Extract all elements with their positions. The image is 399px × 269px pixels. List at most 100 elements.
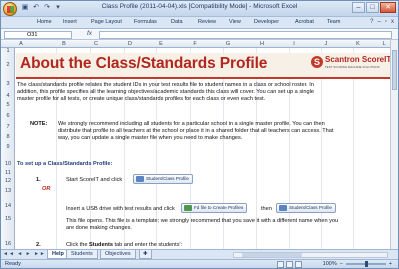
row-header-14[interactable]: 14 xyxy=(1,203,15,209)
column-header-b[interactable]: B xyxy=(59,40,69,48)
button-label: Fd file to Create Profiles xyxy=(194,205,244,210)
ribbon-minimize-icon[interactable]: – xyxy=(378,19,381,25)
row-header-6[interactable]: 6 xyxy=(1,113,15,119)
zoom-slider[interactable] xyxy=(345,261,386,267)
step-text: Start ScoreIT and click xyxy=(66,177,123,183)
vertical-scrollbar[interactable] xyxy=(390,40,398,249)
step2-bold: Students xyxy=(89,242,113,248)
row-header-12[interactable]: 12 xyxy=(1,178,15,184)
normal-view-icon[interactable] xyxy=(277,261,284,268)
note-line: We strongly recommend including all stud… xyxy=(58,121,325,127)
button-label: Student/Class Profile xyxy=(289,205,332,210)
column-headers: A B C D E F G H I J K L xyxy=(1,40,398,48)
page-layout-view-icon[interactable] xyxy=(286,261,293,268)
excel-window: ▣ ↶ ↷ ▾ Class Profile (2011-04-04).xls [… xyxy=(0,0,399,269)
row-header-9[interactable]: 9 xyxy=(1,144,15,150)
window-controls: – □ ✕ xyxy=(352,2,396,13)
ribbon-right-controls: ? – ▫ x xyxy=(370,19,394,25)
intro-line: addition, this profile specifies all the… xyxy=(17,89,314,96)
row-header-10[interactable]: 10 xyxy=(1,161,15,167)
row-headers: 1 2 3 4 5 6 7 8 9 10 11 12 13 14 15 16 xyxy=(1,48,15,258)
profile-icon xyxy=(136,176,144,182)
name-box[interactable]: O31 xyxy=(4,31,72,39)
logo-name: Scantron ScoreIT xyxy=(325,55,390,64)
column-header-l[interactable]: L xyxy=(379,40,389,48)
note-line: distribute that profile to all teachers … xyxy=(58,128,334,135)
status-text: Ready xyxy=(5,261,21,267)
minimize-button[interactable]: – xyxy=(352,2,365,13)
column-header-f[interactable]: F xyxy=(190,40,200,48)
step2-suffix: tab and enter the students': xyxy=(112,242,183,248)
row-header-4[interactable]: 4 xyxy=(1,93,15,99)
sheet-tab-objectives[interactable]: Objectives xyxy=(100,250,136,259)
fx-icon[interactable]: fx xyxy=(87,30,92,37)
help-icon[interactable]: ? xyxy=(370,19,373,25)
tab-view[interactable]: View xyxy=(229,19,241,25)
tab-developer[interactable]: Developer xyxy=(254,19,279,25)
row-header-7[interactable]: 7 xyxy=(1,124,15,130)
row-header-8[interactable]: 8 xyxy=(1,134,15,140)
worksheet-grid[interactable]: About the Class/Standards Profile S Scan… xyxy=(16,48,390,258)
row-header-5[interactable]: 5 xyxy=(1,102,15,108)
template-note-line: This file opens. This file is a template… xyxy=(66,218,339,224)
column-header-e[interactable]: E xyxy=(156,40,166,48)
row-header-11[interactable]: 11 xyxy=(1,170,15,176)
ribbon-close-icon[interactable]: x xyxy=(391,19,394,25)
scantron-logo: S Scantron ScoreIT TEST SCORING MACHINE … xyxy=(311,55,390,75)
tab-data[interactable]: Data xyxy=(171,19,183,25)
ribbon-restore-icon[interactable]: ▫ xyxy=(385,19,387,25)
row-header-16[interactable]: 16 xyxy=(1,241,15,247)
scantron-mark-icon: S xyxy=(311,56,323,68)
zoom-slider-knob[interactable] xyxy=(364,261,368,267)
column-header-j[interactable]: J xyxy=(321,40,331,48)
tab-team[interactable]: Team xyxy=(327,19,340,25)
logo-tagline: TEST SCORING MACHINE SOLUTIONS xyxy=(325,65,380,69)
note-paragraph: We strongly recommend including all stud… xyxy=(58,121,388,143)
scroll-thumb[interactable] xyxy=(242,253,302,257)
column-header-a[interactable]: A xyxy=(16,40,26,48)
status-bar: Ready 100% – + xyxy=(1,259,398,268)
tab-formulas[interactable]: Formulas xyxy=(134,19,157,25)
column-header-g[interactable]: G xyxy=(223,40,233,48)
sheet-tab-students[interactable]: Students xyxy=(66,250,98,259)
tab-page-layout[interactable]: Page Layout xyxy=(91,19,122,25)
insert-sheet-icon[interactable]: ✚ xyxy=(139,250,152,259)
column-header-d[interactable]: D xyxy=(125,40,135,48)
step-number: 2. xyxy=(36,242,41,248)
window-title: Class Profile (2011-04-04).xls [Compatib… xyxy=(101,3,298,10)
intro-line: The class/standards profile relates the … xyxy=(17,82,314,88)
scroll-thumb[interactable] xyxy=(392,50,397,90)
student-class-profile-button-2[interactable]: Student/Class Profile xyxy=(276,203,336,213)
zoom-in-icon[interactable]: + xyxy=(389,261,392,267)
page-break-view-icon[interactable] xyxy=(295,261,302,268)
view-buttons xyxy=(277,261,302,268)
close-button[interactable]: ✕ xyxy=(380,2,396,13)
column-header-i[interactable]: I xyxy=(289,40,299,48)
column-header-h[interactable]: H xyxy=(257,40,267,48)
intro-line: master profile for all tests, or create … xyxy=(17,96,266,103)
tab-home[interactable]: Home xyxy=(37,19,52,25)
template-note: This file opens. This file is a template… xyxy=(66,218,388,232)
column-header-c[interactable]: C xyxy=(91,40,101,48)
row-header-2[interactable]: 2 xyxy=(1,62,15,68)
fd-file-create-profiles-button[interactable]: Fd file to Create Profiles xyxy=(181,203,248,213)
zoom-out-icon[interactable]: – xyxy=(340,261,343,267)
tab-insert[interactable]: Insert xyxy=(63,19,77,25)
tab-acrobat[interactable]: Acrobat xyxy=(295,19,314,25)
step-number: 1. xyxy=(36,177,41,183)
row-header-1[interactable]: 1 xyxy=(1,48,15,54)
zoom-level[interactable]: 100% xyxy=(323,261,337,267)
row-header-15[interactable]: 15 xyxy=(1,216,15,222)
row-header-3[interactable]: 3 xyxy=(1,81,15,87)
horizontal-scrollbar[interactable] xyxy=(233,252,388,258)
student-class-profile-button[interactable]: Student/Class Profile xyxy=(133,174,193,184)
step2-prefix: Click the xyxy=(66,242,90,248)
row-header-13[interactable]: 13 xyxy=(1,188,15,194)
sheet-nav-arrows[interactable]: ◄◄ ◄ ► ►► xyxy=(3,251,46,257)
column-header-k[interactable]: K xyxy=(353,40,363,48)
title-bar: ▣ ↶ ↷ ▾ Class Profile (2011-04-04).xls [… xyxy=(1,1,398,17)
formula-input[interactable] xyxy=(99,31,392,39)
formula-bar: O31 fx xyxy=(1,30,398,40)
maximize-button[interactable]: □ xyxy=(366,2,379,13)
tab-review[interactable]: Review xyxy=(198,19,216,25)
